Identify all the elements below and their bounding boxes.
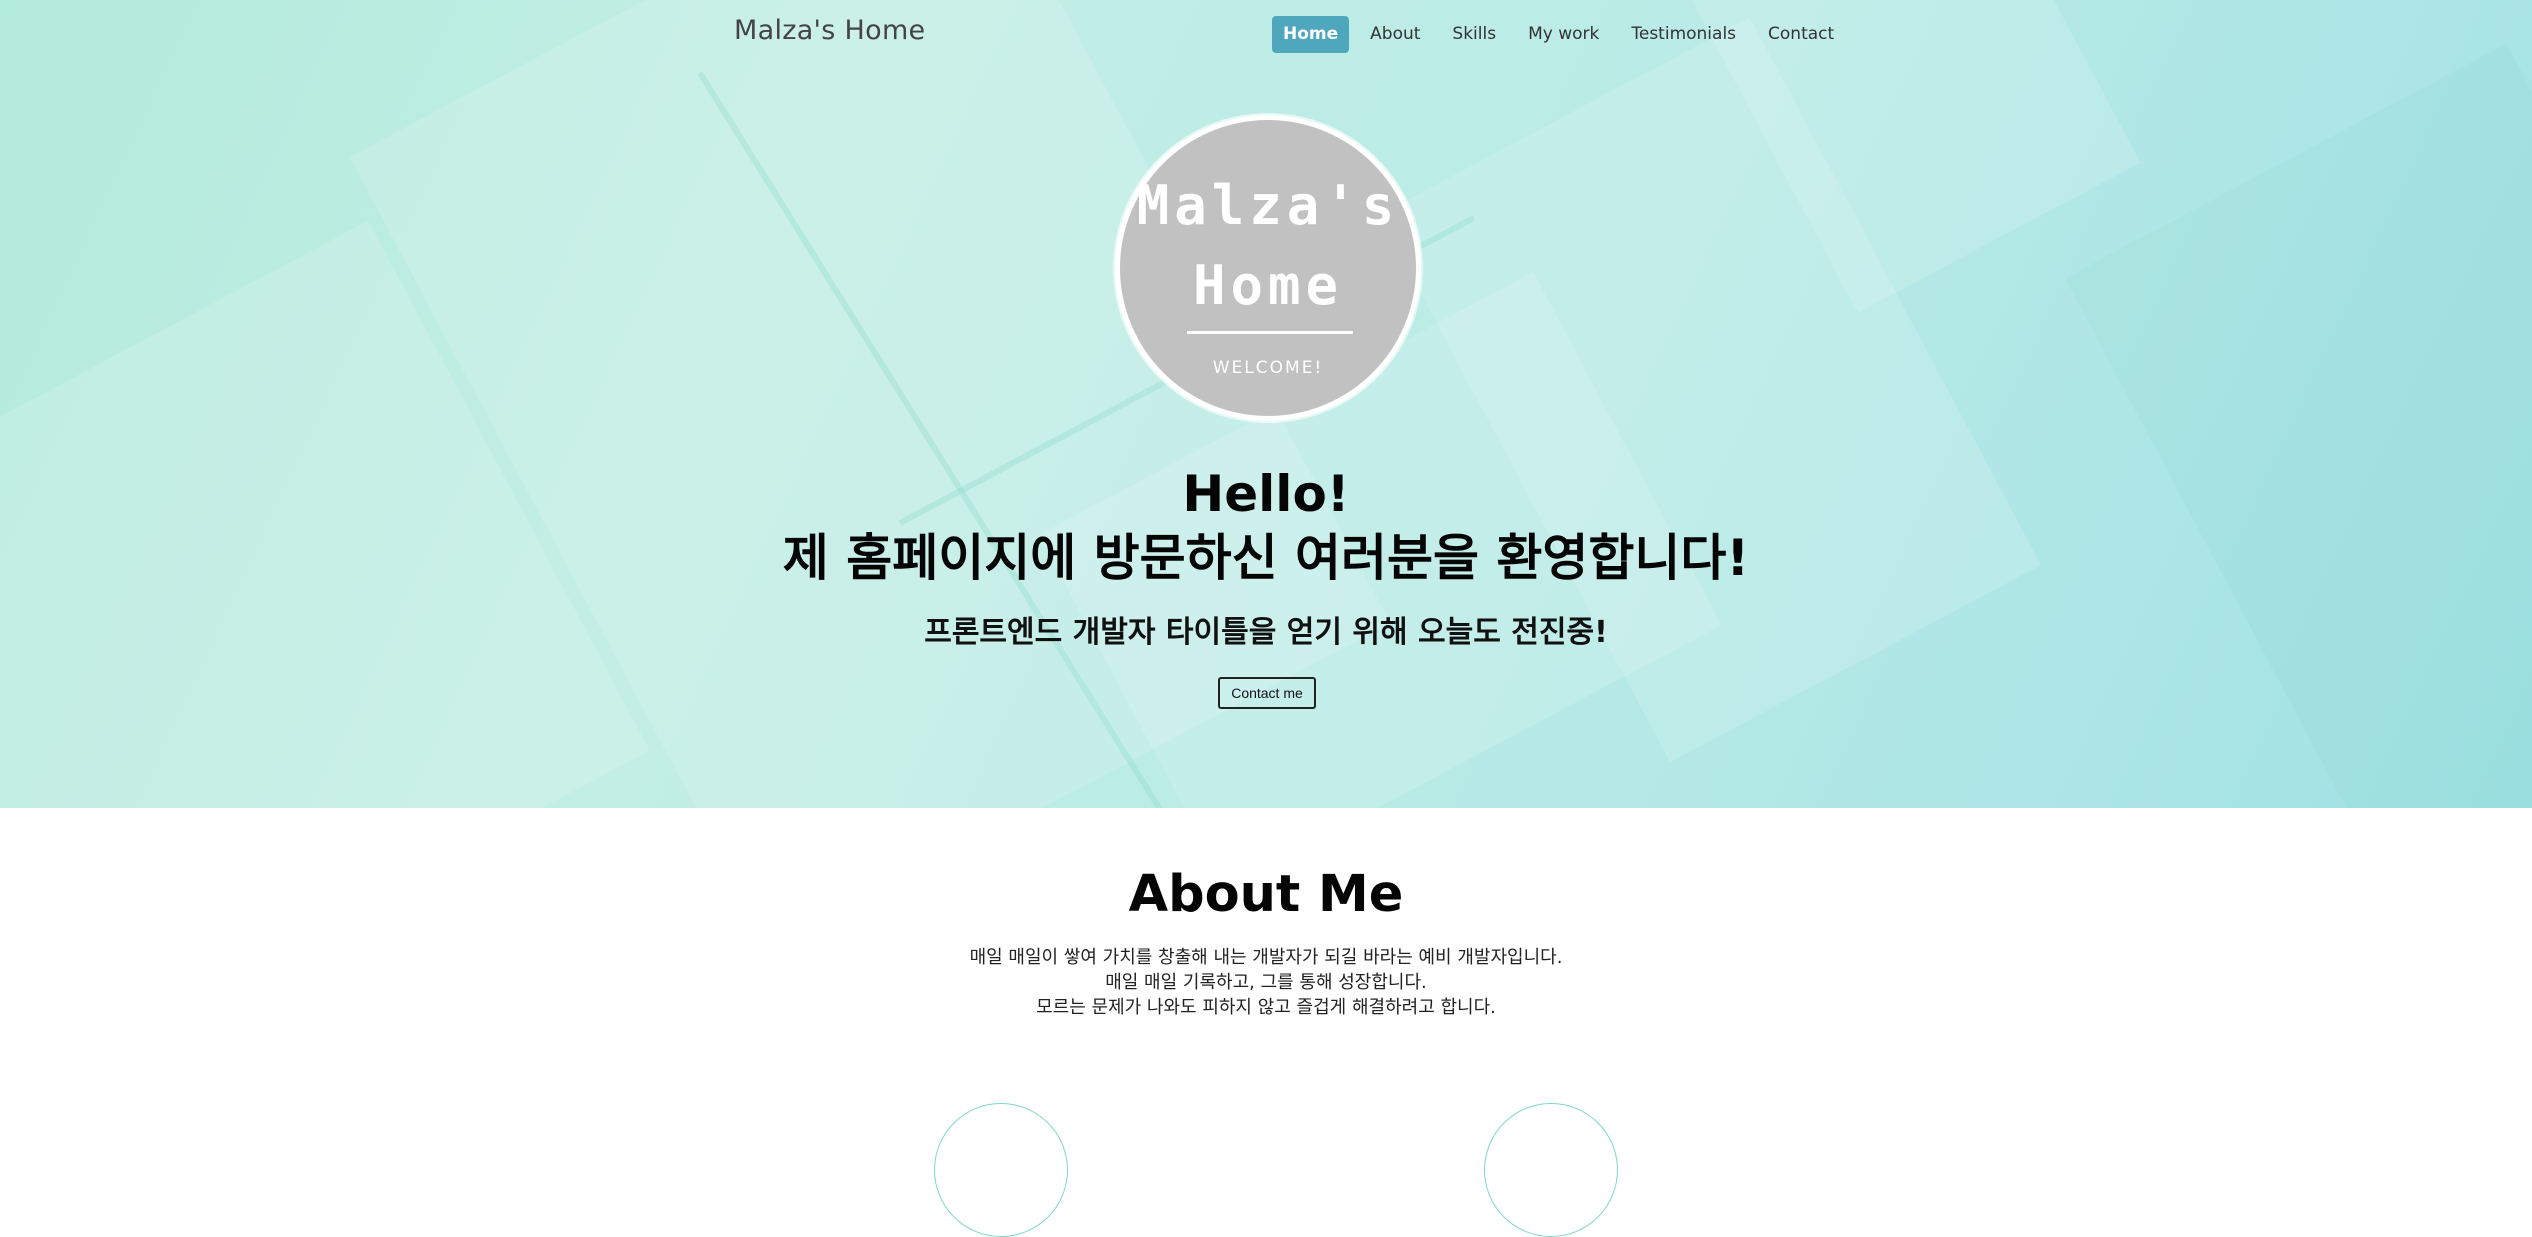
nav-item-home[interactable]: Home <box>1272 16 1350 53</box>
hero-title-line1: Hello! <box>1182 465 1350 523</box>
nav-item-about[interactable]: About <box>1359 16 1431 53</box>
nav-item-skills[interactable]: Skills <box>1441 16 1507 53</box>
skill-circle-decoration <box>1484 1103 1618 1237</box>
logo-title: Malza's Home <box>1136 174 1400 317</box>
hero-title-line2: 제 홈페이지에 방문하신 여러분을 환영합니다! <box>782 529 1750 587</box>
nav-item-contact[interactable]: Contact <box>1757 16 1845 53</box>
logo-divider <box>1187 331 1353 334</box>
nav-item-my-work[interactable]: My work <box>1517 16 1610 53</box>
skill-circle-decoration <box>934 1103 1068 1237</box>
logo-welcome-text: WELCOME! <box>1212 358 1324 378</box>
about-title: About Me <box>1128 865 1404 924</box>
hero-title: Hello! 제 홈페이지에 방문하신 여러분을 환영합니다! <box>0 462 2532 590</box>
profile-logo-badge: Malza's Home WELCOME! <box>1120 120 1416 416</box>
hero-subtitle: 프론트엔드 개발자 타이틀을 얻기 위해 오늘도 전진중! <box>924 615 1608 650</box>
about-line: 매일 매일 기록하고, 그를 통해 성장합니다. <box>1105 972 1427 993</box>
main-nav: Home About Skills My work Testimonials C… <box>1272 16 1855 53</box>
brand-logo-text[interactable]: Malza's Home <box>734 15 925 46</box>
about-line: 매일 매일이 쌓여 가치를 창출해 내는 개발자가 되길 바라는 예비 개발자입… <box>969 947 1563 968</box>
about-description: 매일 매일이 쌓여 가치를 창출해 내는 개발자가 되길 바라는 예비 개발자입… <box>0 945 2532 1020</box>
contact-me-button[interactable]: Contact me <box>1218 677 1316 709</box>
about-line: 모르는 문제가 나와도 피하지 않고 즐겁게 해결하려고 합니다. <box>1036 997 1496 1018</box>
nav-item-testimonials[interactable]: Testimonials <box>1620 16 1747 53</box>
hero-section: Malza's Home Home About Skills My work T… <box>0 0 2532 808</box>
